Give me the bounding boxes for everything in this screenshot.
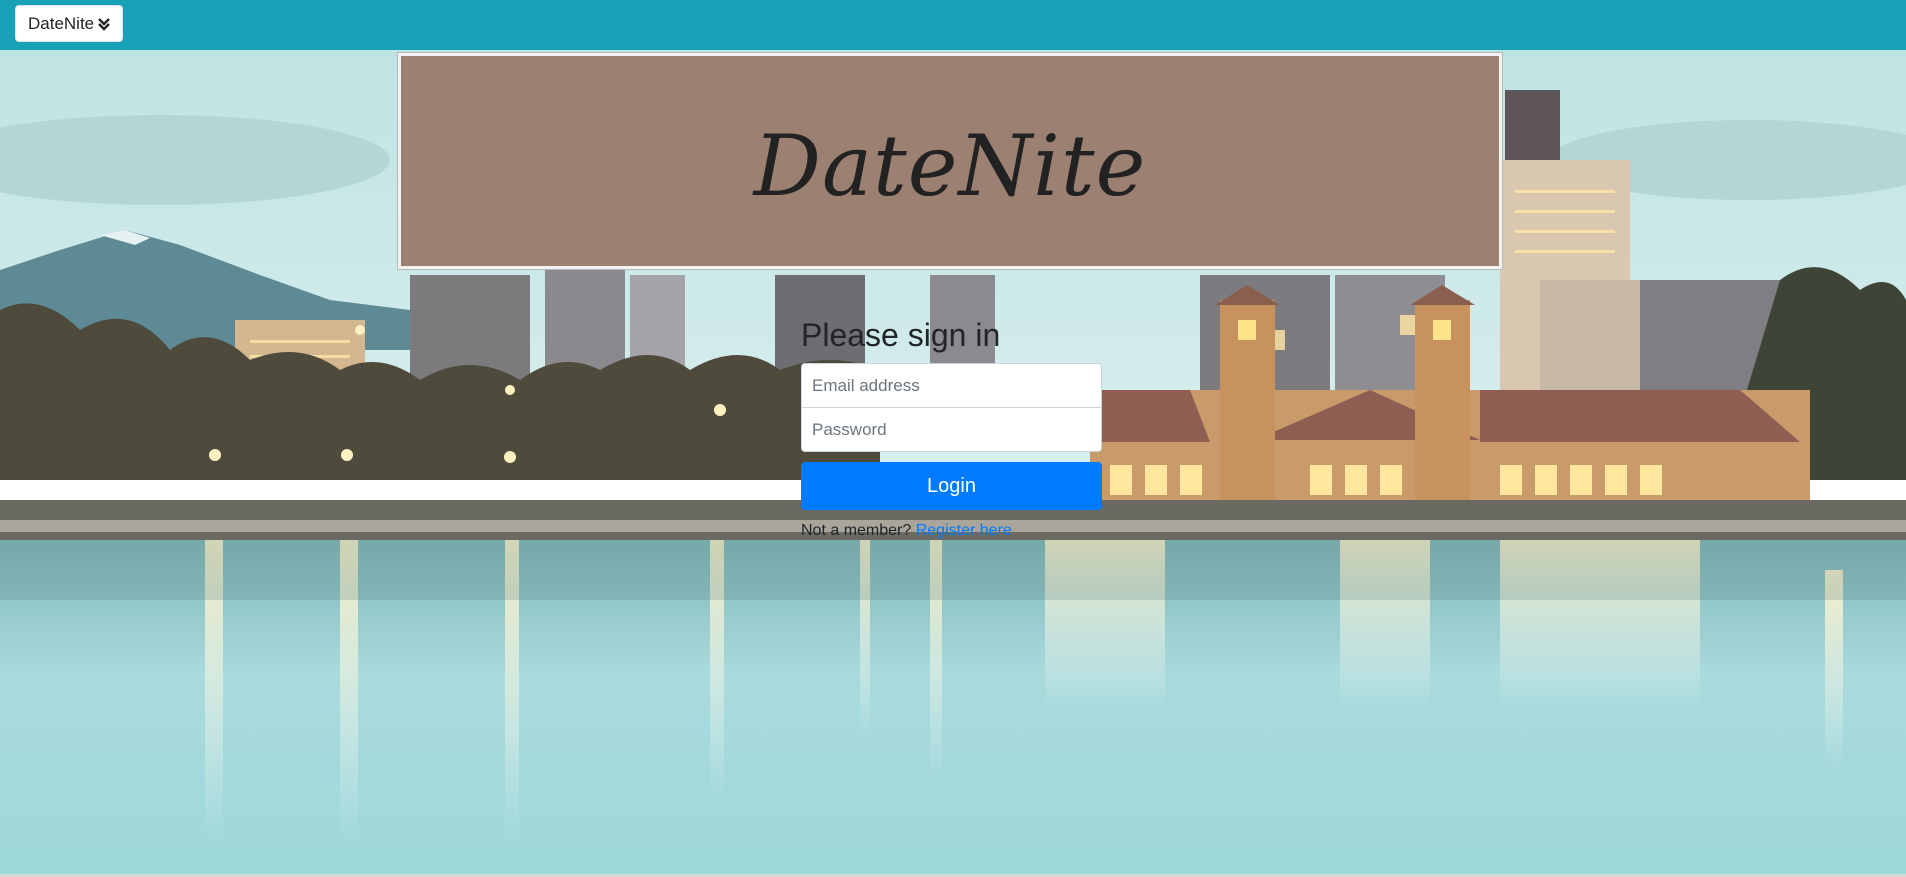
double-chevron-down-icon	[98, 17, 110, 31]
brand-button-label: DateNite	[28, 13, 95, 33]
signin-heading: Please sign in	[801, 317, 1001, 353]
register-link[interactable]: Register here	[916, 522, 1012, 539]
top-navbar: DateNite	[0, 0, 1906, 50]
login-button[interactable]: Login	[801, 462, 1102, 511]
signin-form: Please sign in Login Not a member? Regis…	[801, 317, 1102, 540]
header-banner: DateNite	[398, 53, 1502, 269]
site-title: DateNite	[753, 117, 1147, 215]
not-member-text: Not a member?	[801, 522, 912, 540]
email-field[interactable]	[801, 363, 1102, 409]
brand-dropdown-button[interactable]: DateNite	[15, 5, 124, 42]
register-prompt: Not a member? Register here	[801, 522, 1102, 540]
password-field[interactable]	[801, 407, 1102, 453]
